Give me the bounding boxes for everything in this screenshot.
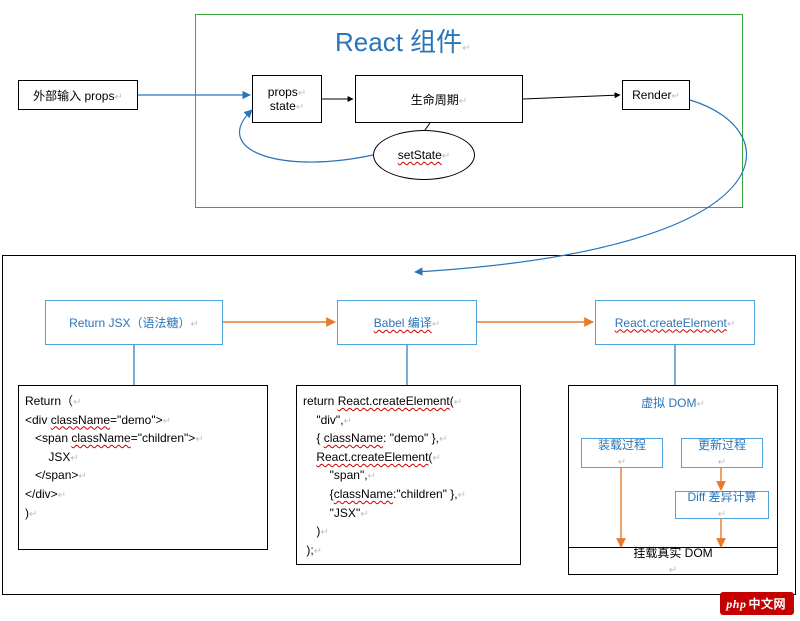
create-element-label: React.createElement xyxy=(615,316,727,330)
vdom-frame: 虚拟 DOM↵ 装载过程↵ 更新过程↵ Diff 差异计算↵ 挂载真实 DOM↵ xyxy=(568,385,778,575)
react-component-title: React 组件↵ xyxy=(335,22,471,59)
render-label: Render xyxy=(632,88,671,102)
state-label: state xyxy=(270,99,296,113)
code-line: </span> xyxy=(25,468,78,482)
jsx-label: Return JSX（语法糖） xyxy=(69,316,190,330)
code-line: ); xyxy=(303,543,314,557)
code-createelement: return React.createElement(↵ "div",↵ { c… xyxy=(296,385,521,565)
real-dom-label: 挂载真实 DOM xyxy=(633,544,712,563)
update-label: 更新过程 xyxy=(698,436,746,455)
code-jsx: Return（↵ <div className="demo">↵ <span c… xyxy=(18,385,268,550)
diagram-canvas: React 组件↵ 外部输入 props↵ props↵ state↵ 生命周期… xyxy=(0,0,800,621)
jsx-box: Return JSX（语法糖）↵ xyxy=(45,300,223,345)
mount-box: 装载过程↵ xyxy=(581,438,663,468)
external-props-label: 外部输入 props xyxy=(33,89,114,103)
props-label: props xyxy=(268,85,298,99)
props-state-box: props↵ state↵ xyxy=(252,75,322,123)
diff-label: Diff 差异计算 xyxy=(687,488,756,507)
real-dom-box: 挂载真实 DOM↵ xyxy=(568,547,778,575)
create-element-box: React.createElement↵ xyxy=(595,300,755,345)
logo-badge: phpphp中文网中文网 xyxy=(720,592,794,615)
render-box: Render↵ xyxy=(622,80,690,110)
code-line: ) xyxy=(303,524,320,538)
code-line: </div> xyxy=(25,487,58,501)
mount-label: 装载过程 xyxy=(598,436,646,455)
code-line: Return（ xyxy=(25,394,73,408)
lifecycle-box: 生命周期↵ xyxy=(355,75,523,123)
external-props-box: 外部输入 props↵ xyxy=(18,80,138,110)
babel-box: Babel 编译↵ xyxy=(337,300,477,345)
vdom-title: 虚拟 DOM xyxy=(641,396,696,410)
title-text: React 组件 xyxy=(335,27,462,57)
setstate-label: setState xyxy=(398,148,442,162)
setstate-ellipse: setState↵ xyxy=(373,130,475,180)
babel-label: Babel 编译 xyxy=(374,316,432,330)
code-line: "JSX" xyxy=(303,506,360,520)
code-line: JSX xyxy=(25,450,70,464)
diff-box: Diff 差异计算↵ xyxy=(675,491,769,519)
code-line: "div", xyxy=(303,413,344,427)
code-line: "span", xyxy=(303,468,368,482)
lifecycle-label: 生命周期 xyxy=(411,93,459,107)
update-box: 更新过程↵ xyxy=(681,438,763,468)
